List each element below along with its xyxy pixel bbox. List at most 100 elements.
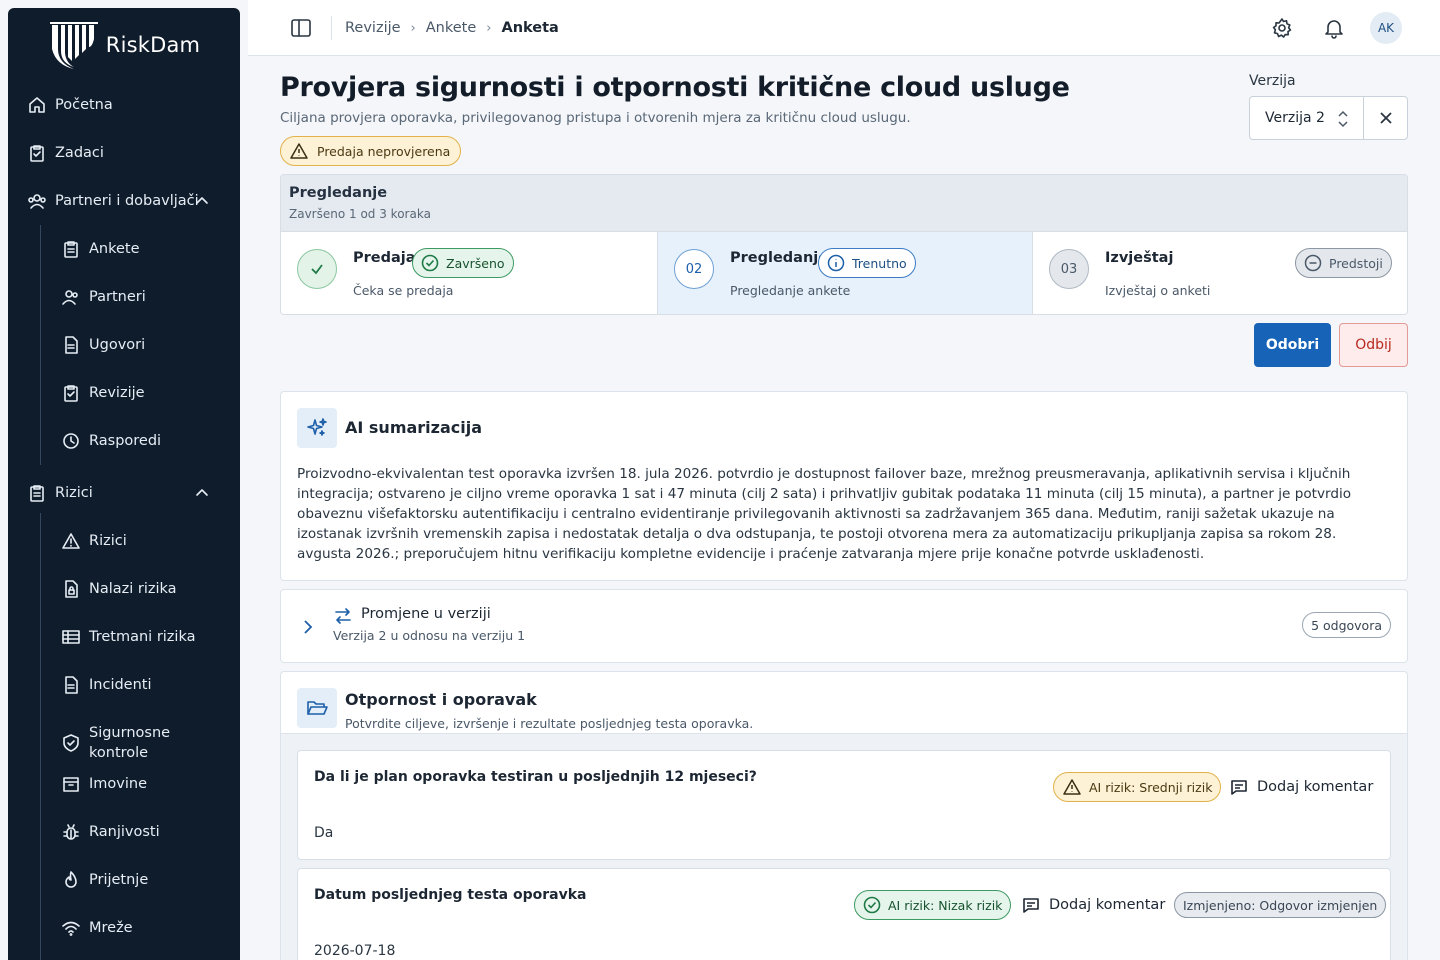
ai-summary-text: Proizvodno-ekvivalentan test oporavka iz…: [297, 466, 1352, 562]
stepper-progress: Završeno 1 od 3 koraka: [289, 207, 431, 221]
flame-icon: [61, 870, 81, 890]
sidebar-item-label: Rizici: [55, 485, 93, 501]
changed-badge: Izmjenjeno: Odgovor izmjenjen: [1174, 892, 1387, 918]
step-number: 03: [1049, 249, 1089, 289]
page-title: Provjera sigurnosti i otpornosti kritičn…: [280, 72, 1070, 103]
step-name: Pregledanje: [730, 250, 829, 266]
sidebar-item-partneri[interactable]: Partneri: [8, 277, 240, 317]
ai-summary-card: AI sumarizacija Proizvodno-ekvivalentan …: [280, 391, 1408, 581]
sidebar: RiskDam Početna Zadaci Partneri i dobavl…: [8, 8, 240, 960]
clipboard-list-icon: [61, 239, 81, 259]
table-icon: [61, 627, 81, 647]
ai-risk-badge: AI rizik: Srednji rizik: [1053, 772, 1222, 802]
workflow-stepper: Pregledanje Završeno 1 od 3 koraka Preda…: [280, 174, 1408, 315]
app-logo[interactable]: RiskDam: [8, 8, 240, 78]
sidebar-item-zadaci[interactable]: Zadaci: [8, 133, 240, 173]
check-icon: [311, 264, 323, 275]
arrows-swap-icon: [335, 608, 351, 624]
info-icon: [827, 254, 845, 272]
step-complete-indicator: [297, 249, 337, 289]
check-circle-icon: [863, 896, 881, 914]
sidebar-item-label: Ranjivosti: [89, 824, 160, 840]
bell-icon[interactable]: [1322, 16, 1346, 40]
sidebar-item-rasporedi[interactable]: Rasporedi: [8, 421, 240, 461]
section-card: Otpornost i oporavak Potvrdite ciljeve, …: [280, 671, 1408, 960]
logo-icon: [49, 22, 98, 69]
section-subtitle: Potvrdite ciljeve, izvršenje i rezultate…: [345, 716, 754, 731]
chevron-updown-icon: [1338, 110, 1348, 128]
ai-risk-badge: AI rizik: Nizak rizik: [854, 890, 1012, 920]
sidebar-item-label: Partneri i dobavljači: [55, 193, 199, 209]
chevron-right-icon: ›: [486, 20, 492, 36]
sidebar-item-partneri-dobavljaci[interactable]: Partneri i dobavljači: [8, 181, 240, 221]
sidebar-item-label: Sigurnosne kontrole: [89, 725, 171, 761]
add-comment-button[interactable]: Dodaj komentar: [1021, 895, 1165, 915]
step-name: Izvještaj: [1105, 250, 1174, 266]
folder-open-icon: [297, 688, 337, 728]
sidebar-item-imovine[interactable]: Imovine: [8, 764, 240, 804]
sidebar-item-revizije[interactable]: Revizije: [8, 373, 240, 413]
add-comment-button[interactable]: Dodaj komentar: [1229, 777, 1373, 797]
question-text: Da li je plan oporavka testiran u poslje…: [314, 769, 757, 785]
version-select[interactable]: Verzija 2: [1249, 96, 1364, 140]
top-bar: Revizije › Ankete › Anketa AK: [248, 0, 1440, 56]
sidebar-item-ankete[interactable]: Ankete: [8, 229, 240, 269]
sidebar-item-sigurnosne-kontrole[interactable]: Sigurnosne kontrole: [8, 715, 240, 771]
step-description: Izvještaj o anketi: [1105, 283, 1211, 298]
sparkles-icon: [297, 408, 337, 448]
gear-icon[interactable]: [1270, 16, 1294, 40]
avatar[interactable]: AK: [1370, 12, 1402, 44]
close-icon: [1379, 112, 1392, 124]
version-changes-card[interactable]: Promjene u verziji Verzija 2 u odnosu na…: [280, 589, 1408, 663]
bug-icon: [61, 822, 81, 842]
step-description: Čeka se predaja: [353, 283, 454, 298]
sidebar-item-label: Revizije: [89, 385, 145, 401]
changes-subtitle: Verzija 2 u odnosu na verziju 1: [333, 628, 526, 643]
shield-check-icon: [61, 733, 81, 753]
clock-icon: [61, 431, 81, 451]
chevron-right-icon[interactable]: [301, 618, 315, 636]
clear-version-button[interactable]: [1363, 96, 1408, 140]
breadcrumb: Revizije › Ankete › Anketa: [345, 0, 559, 56]
step-status-label: Završeno: [446, 255, 505, 271]
chevron-up-icon[interactable]: [192, 483, 212, 503]
warning-icon: [1063, 779, 1081, 795]
sidebar-toggle-icon[interactable]: [290, 17, 312, 39]
reject-button[interactable]: Odbij: [1339, 323, 1408, 367]
sidebar-item-incidenti[interactable]: Incidenti: [8, 665, 240, 705]
stepper-header: Pregledanje Završeno 1 od 3 koraka: [281, 175, 1407, 232]
sidebar-item-tretmani-rizika[interactable]: Tretmani rizika: [8, 617, 240, 657]
approve-button[interactable]: Odobri: [1254, 323, 1331, 367]
sidebar-item-nalazi-rizika[interactable]: Nalazi rizika: [8, 569, 240, 609]
step-status-badge: Trenutno: [818, 248, 916, 278]
step-predaja[interactable]: Predaja Završeno Čeka se predaja: [281, 232, 657, 314]
step-izvjestaj[interactable]: 03 Izvještaj Predstoji Izvještaj o anket…: [1032, 232, 1407, 314]
sidebar-item-rizici[interactable]: Rizici: [8, 521, 240, 561]
clipboard-check-icon: [61, 383, 81, 403]
page-subtitle: Ciljana provjera oporavka, privilegovano…: [280, 110, 911, 126]
sidebar-item-mreze[interactable]: Mreže: [8, 908, 240, 948]
document-icon: [61, 675, 81, 695]
changes-count-badge: 5 odgovora: [1302, 612, 1391, 638]
question-answer: 2026-07-18: [314, 943, 396, 959]
sidebar-item-label: Mreže: [89, 920, 133, 936]
wifi-icon: [61, 918, 81, 938]
sidebar-item-label: Nalazi rizika: [89, 581, 177, 597]
sidebar-item-label: Ankete: [89, 241, 140, 257]
sidebar-item-prijetnje[interactable]: Prijetnje: [8, 860, 240, 900]
sidebar-item-rizici-group[interactable]: Rizici: [8, 473, 240, 513]
question-card: Da li je plan oporavka testiran u poslje…: [297, 750, 1391, 860]
breadcrumb-item[interactable]: Ankete: [426, 20, 477, 36]
sidebar-item-pocetna[interactable]: Početna: [8, 85, 240, 125]
version-label: Verzija: [1249, 73, 1296, 89]
step-pregledanje[interactable]: 02 Pregledanje Trenutno Pregledanje anke…: [657, 232, 1033, 314]
changes-title: Promjene u verziji: [361, 606, 491, 622]
chevron-up-icon[interactable]: [192, 191, 212, 211]
comment-icon: [1023, 898, 1039, 913]
sidebar-item-ranjivosti[interactable]: Ranjivosti: [8, 812, 240, 852]
sidebar-item-label: Ugovori: [89, 337, 146, 353]
sidebar-item-ugovori[interactable]: Ugovori: [8, 325, 240, 365]
check-circle-icon: [421, 254, 439, 272]
home-icon: [27, 95, 47, 115]
breadcrumb-item[interactable]: Revizije: [345, 20, 401, 36]
